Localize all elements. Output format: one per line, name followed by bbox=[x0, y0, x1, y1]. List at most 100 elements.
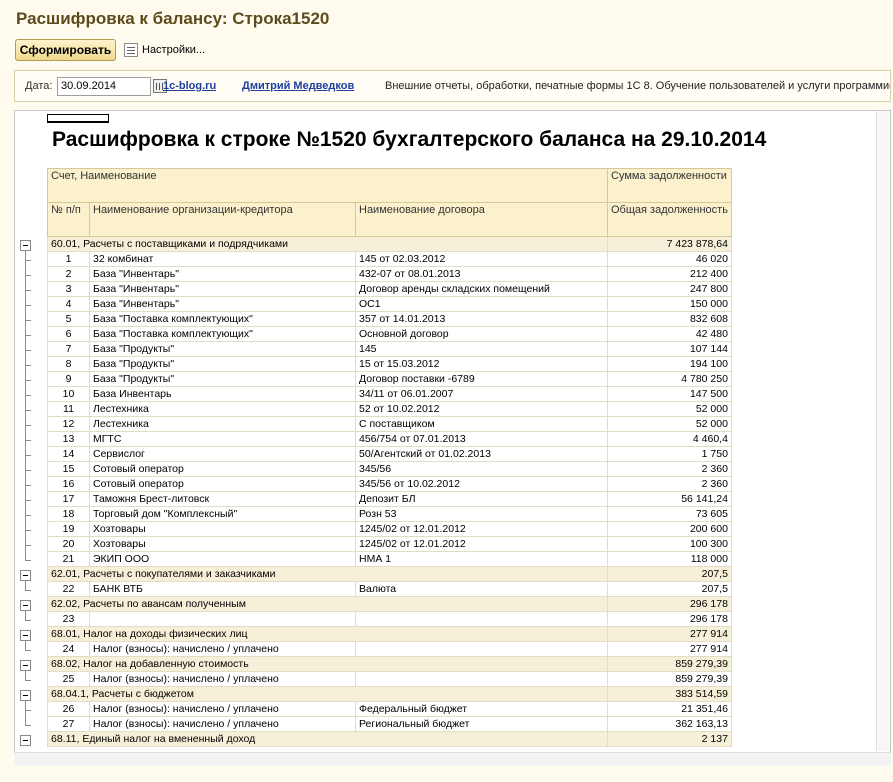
collapse-toggle[interactable] bbox=[20, 239, 31, 251]
row-number: 12 bbox=[47, 416, 90, 432]
collapse-toggle[interactable] bbox=[20, 629, 31, 641]
table-row: 19 Хозтовары 1245/02 от 12.01.2012 200 600 bbox=[47, 521, 732, 537]
row-org: База "Поставка комплектующих" bbox=[89, 311, 356, 327]
tree-line bbox=[25, 402, 26, 418]
tree-line bbox=[25, 462, 26, 478]
group-row: 62.01, Расчеты с покупателями и заказчик… bbox=[47, 566, 732, 582]
tree-line bbox=[25, 492, 26, 508]
collapse-toggle[interactable] bbox=[20, 599, 31, 611]
table-row: 27 Налог (взносы): начислено / уплачено Ре… bbox=[47, 716, 732, 732]
row-org: База "Инвентарь" bbox=[89, 266, 356, 282]
tree-line bbox=[25, 251, 26, 268]
tree-branch bbox=[25, 620, 31, 621]
group-name: 68.11, Единый налог на вмененный доход bbox=[47, 731, 608, 747]
row-contract: ОС1 bbox=[355, 296, 608, 312]
row-sum: 1 750 bbox=[607, 446, 732, 462]
collapse-toggle[interactable] bbox=[20, 734, 31, 746]
group-name: 62.02, Расчеты по авансам полученным bbox=[47, 596, 608, 612]
row-contract: Депозит БЛ bbox=[355, 491, 608, 507]
table-row: 23 296 178 bbox=[47, 611, 732, 627]
row-org: Налог (взносы): начислено / уплачено bbox=[89, 671, 356, 687]
row-contract: 1245/02 от 12.01.2012 bbox=[355, 536, 608, 552]
row-number: 18 bbox=[47, 506, 90, 522]
tree-branch bbox=[25, 590, 31, 591]
collapse-toggle[interactable] bbox=[20, 569, 31, 581]
row-contract: Договор аренды складских помещений bbox=[355, 281, 608, 297]
row-sum: 212 400 bbox=[607, 266, 732, 282]
tree-line bbox=[25, 282, 26, 298]
row-number: 10 bbox=[47, 386, 90, 402]
row-sum: 247 800 bbox=[607, 281, 732, 297]
row-org: База Инвентарь bbox=[89, 386, 356, 402]
tree-line bbox=[25, 342, 26, 358]
row-contract: Федеральный бюджет bbox=[355, 701, 608, 717]
report-area[interactable]: Расшифровка к строке №1520 бухгалтерског… bbox=[14, 110, 891, 764]
tree-line bbox=[25, 552, 26, 560]
group-name: 60.01, Расчеты с поставщиками и подрядчи… bbox=[47, 236, 608, 252]
row-number: 3 bbox=[47, 281, 90, 297]
table-row: 22 БАНК ВТБ Валюта 207,5 bbox=[47, 581, 732, 597]
tree-line bbox=[25, 267, 26, 283]
table-row: 4 База "Инвентарь" ОС1 150 000 bbox=[47, 296, 732, 312]
row-contract: 34/11 от 06.01.2007 bbox=[355, 386, 608, 402]
group-row: 68.01, Налог на доходы физических лиц 277… bbox=[47, 626, 732, 642]
link-author[interactable]: Дмитрий Медведков bbox=[242, 80, 354, 92]
generate-button[interactable]: Сформировать bbox=[15, 39, 116, 61]
group-row: 68.02, Налог на добавленную стоимость 859… bbox=[47, 656, 732, 672]
row-number: 1 bbox=[47, 251, 90, 267]
header-sum1: Сумма задолженности bbox=[607, 168, 732, 203]
row-sum: 859 279,39 bbox=[607, 671, 732, 687]
tree-line bbox=[25, 507, 26, 523]
row-sum: 52 000 bbox=[607, 401, 732, 417]
row-sum: 2 360 bbox=[607, 476, 732, 492]
row-contract: 345/56 от 10.02.2012 bbox=[355, 476, 608, 492]
vertical-scrollbar[interactable] bbox=[876, 111, 890, 751]
group-sum: 207,5 bbox=[607, 566, 732, 582]
report-title: Расшифровка к строке №1520 бухгалтерског… bbox=[52, 128, 767, 151]
tree-line bbox=[25, 432, 26, 448]
row-sum: 277 914 bbox=[607, 641, 732, 657]
row-number: 26 bbox=[47, 701, 90, 717]
row-org: Сотовый оператор bbox=[89, 461, 356, 477]
row-number: 15 bbox=[47, 461, 90, 477]
tree-line bbox=[25, 581, 26, 590]
group-name: 62.01, Расчеты с покупателями и заказчик… bbox=[47, 566, 608, 582]
row-org: МГТС bbox=[89, 431, 356, 447]
tree-line bbox=[25, 417, 26, 433]
tree-branch bbox=[25, 650, 31, 651]
row-number: 24 bbox=[47, 641, 90, 657]
row-number: 17 bbox=[47, 491, 90, 507]
row-sum: 107 144 bbox=[607, 341, 732, 357]
tree-line bbox=[25, 372, 26, 388]
row-number: 16 bbox=[47, 476, 90, 492]
collapse-toggle[interactable] bbox=[20, 689, 31, 701]
date-field[interactable]: 30.09.2014 bbox=[57, 77, 151, 96]
table-row: 1 32 комбинат 145 от 02.03.2012 46 020 bbox=[47, 251, 732, 267]
table-row: 24 Налог (взносы): начислено / уплачено 27… bbox=[47, 641, 732, 657]
link-1c-blog[interactable]: 1c-blog.ru bbox=[163, 80, 216, 92]
row-sum: 362 163,13 bbox=[607, 716, 732, 732]
header-num: № п/п bbox=[47, 202, 90, 237]
row-number: 19 bbox=[47, 521, 90, 537]
row-contract: С поставщиком bbox=[355, 416, 608, 432]
row-org: ЭКИП ООО bbox=[89, 551, 356, 567]
tree-line bbox=[25, 701, 26, 718]
row-contract bbox=[355, 611, 608, 627]
group-row: 68.04.1, Расчеты с бюджетом 383 514,59 bbox=[47, 686, 732, 702]
row-number: 4 bbox=[47, 296, 90, 312]
row-contract: Валюта bbox=[355, 581, 608, 597]
header-org: Наименование организации-кредитора bbox=[89, 202, 356, 237]
title-bar: Расшифровка к балансу: Строка1520 bbox=[0, 0, 893, 36]
collapse-toggle[interactable] bbox=[20, 659, 31, 671]
row-number: 6 bbox=[47, 326, 90, 342]
group-name: 68.01, Налог на доходы физических лиц bbox=[47, 626, 608, 642]
row-sum: 52 000 bbox=[607, 416, 732, 432]
header-account: Счет, Наименование bbox=[47, 168, 608, 203]
settings-button[interactable]: Настройки... bbox=[124, 40, 205, 60]
row-number: 22 bbox=[47, 581, 90, 597]
row-number: 5 bbox=[47, 311, 90, 327]
grouping-tree bbox=[15, 111, 47, 749]
info-text: Внешние отчеты, обработки, печатные форм… bbox=[385, 80, 890, 92]
tree-line bbox=[25, 537, 26, 553]
horizontal-scrollbar[interactable] bbox=[14, 752, 891, 766]
